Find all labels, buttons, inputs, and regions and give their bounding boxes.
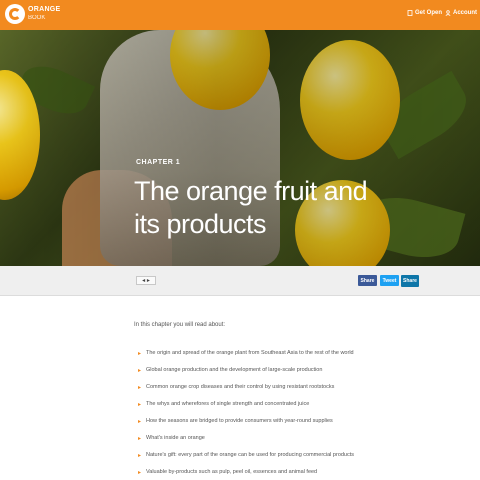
account-label: Account: [453, 10, 477, 16]
list-item-text: What's inside an orange: [146, 435, 205, 441]
list-item: ▸ Nature's gift: every part of the orange…: [138, 451, 438, 468]
twitter-share-button[interactable]: Tweet: [380, 275, 399, 286]
bullet-icon: ▸: [138, 470, 142, 476]
brand-line-1: ORANGE: [28, 6, 61, 13]
list-item: ▸ How the seasons are bridged to provide …: [138, 417, 438, 434]
list-item: ▸ What's inside an orange: [138, 434, 438, 451]
list-item: ▸ The whys and wherefores of single stren…: [138, 400, 438, 417]
page-navigation-control[interactable]: ◂ ▸: [136, 276, 156, 285]
hero-banner: CHAPTER 1 The orange fruit and its produ…: [0, 30, 480, 266]
user-icon: [445, 10, 451, 16]
bullet-icon: ▸: [138, 385, 142, 391]
chapter-topics-list: ▸ The origin and spread of the orange pla…: [138, 349, 438, 480]
list-item-text: Valuable by-products such as pulp, peel …: [146, 469, 318, 475]
list-item-text: The origin and spread of the orange plan…: [146, 350, 354, 356]
account-link[interactable]: Account: [445, 10, 477, 16]
linkedin-share-button[interactable]: Share: [401, 275, 419, 287]
list-item-text: Global orange production and the develop…: [146, 367, 323, 373]
list-item: ▸ The origin and spread of the orange pla…: [138, 349, 438, 366]
chapter-label: CHAPTER 1: [136, 159, 181, 166]
list-item: ▸ Global orange production and the develo…: [138, 366, 438, 383]
bullet-icon: ▸: [138, 368, 142, 374]
share-toolbar: ◂ ▸ Share Tweet Share: [0, 266, 480, 296]
page-title: The orange fruit and its products: [134, 176, 368, 239]
bullet-icon: ▸: [138, 351, 142, 357]
list-item: ▸ Common orange crop diseases and their c…: [138, 383, 438, 400]
get-open-label: Get Open: [415, 10, 443, 16]
bullet-icon: ▸: [138, 402, 142, 408]
brand-line-2: BOOK: [28, 15, 46, 21]
bullet-icon: ▸: [138, 419, 142, 425]
facebook-share-button[interactable]: Share: [358, 275, 377, 286]
list-item-text: Nature's gift: every part of the orange …: [146, 452, 355, 458]
top-header-bar: ORANGE BOOK Get Open Account: [0, 0, 480, 30]
brand-logo-icon[interactable]: [5, 4, 25, 24]
list-item-text: Common orange crop diseases and their co…: [146, 384, 335, 390]
document-icon: [407, 10, 413, 16]
brand-name[interactable]: ORANGE BOOK: [28, 6, 61, 22]
list-item: ▸ Valuable by-products such as pulp, peel…: [138, 468, 438, 480]
get-open-link[interactable]: Get Open: [407, 10, 442, 16]
list-item-text: How the seasons are bridged to provide c…: [146, 418, 333, 424]
chapter-intro: In this chapter you will read about:: [134, 322, 226, 328]
bullet-icon: ▸: [138, 436, 142, 442]
list-item-text: The whys and wherefores of single streng…: [146, 401, 310, 407]
bullet-icon: ▸: [138, 453, 142, 459]
